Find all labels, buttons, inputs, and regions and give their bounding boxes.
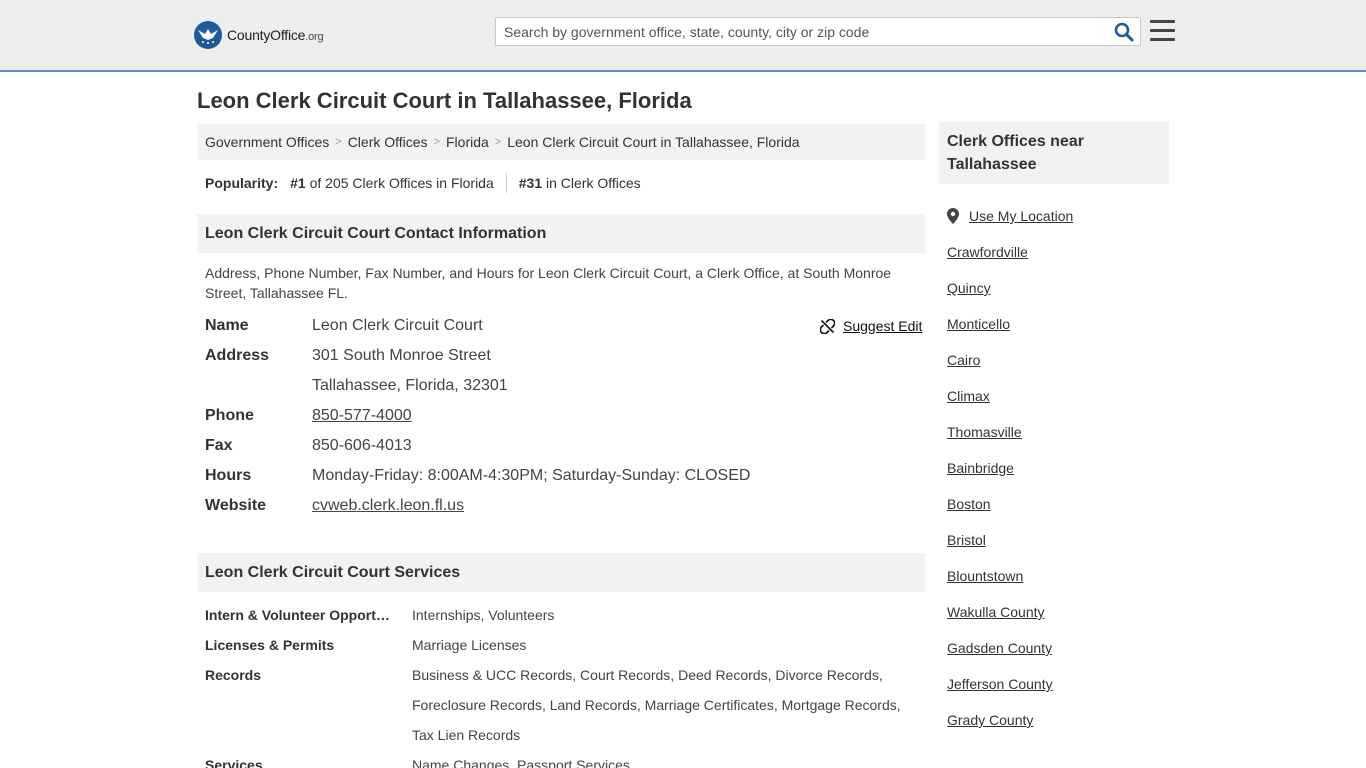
- sidebar-item[interactable]: Cairo: [947, 342, 1073, 378]
- sidebar-item[interactable]: Quincy: [947, 270, 1073, 306]
- sidebar-item[interactable]: Jefferson County: [947, 666, 1073, 702]
- fax-number: 850-606-4013: [312, 437, 412, 454]
- overall-rank: #31: [518, 175, 543, 191]
- address-line2: Tallahassee, Florida, 32301: [312, 377, 508, 394]
- logo-text: CountyOffice.org: [227, 27, 324, 43]
- sidebar-item[interactable]: Bainbridge: [947, 450, 1073, 486]
- sidebar-item[interactable]: Crawfordville: [947, 234, 1073, 270]
- logo-eagle-icon: [194, 21, 222, 49]
- hamburger-menu-icon[interactable]: [1150, 20, 1176, 42]
- sidebar-item[interactable]: Bristol: [947, 522, 1073, 558]
- sidebar-item[interactable]: Wakulla County: [947, 594, 1073, 630]
- sidebar-item[interactable]: Grady County: [947, 702, 1073, 738]
- contact-name-row: Name Leon Clerk Circuit Court: [205, 317, 483, 334]
- chevron-right-icon: >: [335, 136, 342, 148]
- contact-address-row-2: Tallahassee, Florida, 32301: [205, 371, 508, 401]
- search-icon[interactable]: [1114, 22, 1134, 42]
- sidebar-item[interactable]: Climax: [947, 378, 1073, 414]
- office-name: Leon Clerk Circuit Court: [312, 317, 483, 334]
- state-rank-text: of 205 Clerk Offices in Florida: [309, 175, 494, 191]
- use-location-item[interactable]: Use My Location: [947, 198, 1073, 234]
- divider: [505, 173, 507, 193]
- use-location-link[interactable]: Use My Location: [969, 208, 1073, 224]
- page-title: Leon Clerk Circuit Court in Tallahassee,…: [197, 88, 692, 113]
- sidebar-heading: Clerk Offices near Tallahassee: [939, 122, 1169, 184]
- breadcrumb-item[interactable]: Clerk Offices: [348, 134, 428, 150]
- contact-description: Address, Phone Number, Fax Number, and H…: [205, 265, 892, 301]
- service-row: Services Name Changes, Passport Services: [205, 757, 630, 768]
- site-header: CountyOffice.org: [0, 0, 1366, 72]
- chevron-right-icon: >: [433, 136, 440, 148]
- state-rank: #1: [290, 175, 306, 191]
- search-box: [495, 17, 1141, 46]
- nearby-offices-list: Use My Location Crawfordville Quincy Mon…: [947, 198, 1073, 738]
- contact-phone-row: Phone 850-577-4000: [205, 407, 412, 425]
- search-input[interactable]: [496, 18, 1096, 45]
- overall-rank-text: in Clerk Offices: [546, 175, 641, 191]
- contact-website-row: Website cvweb.clerk.leon.fl.us: [205, 497, 465, 515]
- unlink-icon: [820, 318, 835, 334]
- map-pin-icon: [947, 208, 959, 224]
- popularity-bar: Popularity: #1 of 205 Clerk Offices in F…: [205, 173, 641, 193]
- office-hours: Monday-Friday: 8:00AM-4:30PM; Saturday-S…: [312, 467, 751, 484]
- sidebar-item[interactable]: Blountstown: [947, 558, 1073, 594]
- contact-hours-row: Hours Monday-Friday: 8:00AM-4:30PM; Satur…: [205, 467, 751, 484]
- contact-fax-row: Fax 850-606-4013: [205, 437, 412, 454]
- service-row: Records Business & UCC Records, Court Rec…: [205, 667, 901, 743]
- website-link[interactable]: cvweb.clerk.leon.fl.us: [312, 497, 464, 515]
- phone-link[interactable]: 850-577-4000: [312, 407, 412, 425]
- breadcrumb-item[interactable]: Florida: [446, 134, 489, 150]
- site-logo[interactable]: CountyOffice.org: [194, 20, 324, 50]
- sidebar-item[interactable]: Gadsden County: [947, 630, 1073, 666]
- sidebar-item[interactable]: Boston: [947, 486, 1073, 522]
- service-row: Licenses & Permits Marriage Licenses: [205, 637, 527, 653]
- chevron-right-icon: >: [494, 136, 502, 148]
- address-line1: 301 South Monroe Street: [312, 347, 491, 364]
- breadcrumb-item[interactable]: Government Offices: [205, 134, 329, 150]
- suggest-edit-link[interactable]: Suggest Edit: [820, 318, 922, 334]
- breadcrumb: Government Offices > Clerk Offices > Flo…: [197, 124, 925, 160]
- sidebar-item[interactable]: Monticello: [947, 306, 1073, 342]
- contact-heading: Leon Clerk Circuit Court Contact Informa…: [197, 214, 925, 253]
- popularity-label: Popularity:: [205, 175, 279, 191]
- contact-address-row: Address 301 South Monroe Street: [205, 347, 491, 364]
- services-heading: Leon Clerk Circuit Court Services: [197, 553, 925, 592]
- service-row: Intern & Volunteer Opportunities Internsh…: [205, 607, 555, 623]
- sidebar-item[interactable]: Thomasville: [947, 414, 1073, 450]
- breadcrumb-current: Leon Clerk Circuit Court in Tallahassee,…: [507, 134, 800, 150]
